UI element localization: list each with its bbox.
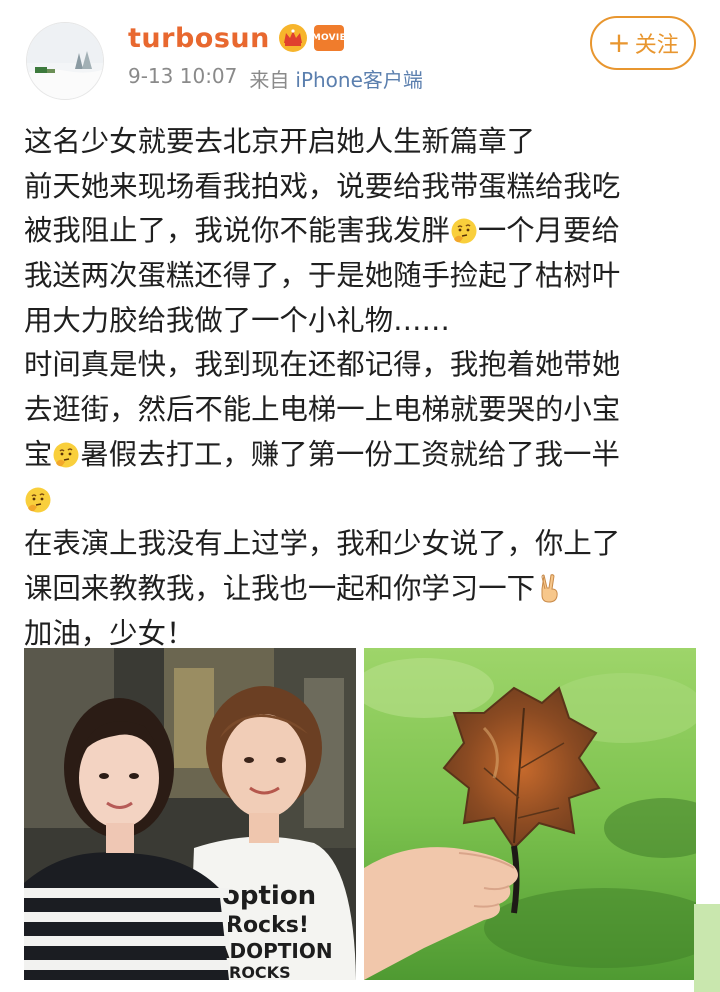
snowy-landscape-avatar-icon: [27, 23, 103, 99]
text-segment: 宝: [24, 437, 53, 471]
post-header: turbosun MOVIE 9-13 10:07 来自 iPhone客户端 +…: [0, 0, 720, 110]
plus-icon: +: [607, 26, 631, 59]
text-line: 我送两次蛋糕还得了，于是她随手捡起了枯树叶: [24, 259, 621, 293]
text-line-with-emoji: 宝暑假去打工，赚了第一份工资就给了我一半: [24, 433, 700, 478]
text-segment: 一个月要给: [477, 214, 620, 248]
username[interactable]: turbosun: [128, 23, 270, 54]
shirt-text: Rocks!: [226, 913, 309, 938]
text-line: 去逛街，然后不能上电梯一上电梯就要哭的小宝: [24, 393, 621, 427]
photo-two-women[interactable]: option Rocks! ADOPTION ROCKS: [24, 648, 356, 980]
crown-badge-icon[interactable]: [278, 23, 308, 53]
source-prefix: 来自: [249, 68, 290, 92]
avatar[interactable]: [26, 22, 104, 100]
text-line-with-emoji: 课回来教教我，让我也一起和你学习一下: [24, 567, 700, 612]
corner-watermark: [694, 904, 720, 992]
text-line: 在表演上我没有上过学，我和少女说了，你上了: [24, 527, 621, 561]
victory-hand-emoji-icon: [541, 574, 558, 603]
emoji-line: [24, 478, 700, 523]
thinking-emoji-icon: [451, 218, 477, 244]
source-client-link[interactable]: iPhone客户端: [295, 64, 423, 93]
text-line: 时间真是快，我到现在还都记得，我抱着她带她: [24, 348, 621, 382]
post-timestamp: 9-13 10:07: [128, 64, 238, 88]
text-segment: 暑假去打工，赚了第一份工资就给了我一半: [80, 437, 620, 471]
shirt-text: ROCKS: [229, 963, 291, 980]
follow-button[interactable]: + 关注: [590, 16, 696, 70]
user-row: turbosun MOVIE: [128, 18, 347, 58]
text-segment: 课回来教教我，让我也一起和你学习一下: [24, 571, 536, 605]
post-meta: 9-13 10:07 来自 iPhone客户端: [128, 64, 423, 93]
movie-badge-icon[interactable]: MOVIE: [311, 25, 347, 51]
text-line: 用大力胶给我做了一个小礼物……: [24, 303, 450, 337]
text-line-with-emoji: 被我阻止了，我说你不能害我发胖 一个月要给: [24, 209, 700, 254]
shirt-text: ADOPTION: [214, 939, 333, 963]
thinking-emoji-icon: [53, 442, 79, 468]
text-line: 这名少女就要去北京开启她人生新篇章了: [24, 125, 536, 158]
text-segment: 被我阻止了，我说你不能害我发胖: [24, 214, 450, 248]
post-body: 这名少女就要去北京开启她人生新篇章了 前天她来现场看我拍戏，说要给我带蛋糕给我吃…: [24, 120, 700, 656]
photo-leaf-gift[interactable]: [364, 648, 696, 980]
photo-leaf-gift-image: [364, 648, 696, 980]
photo-two-women-image: option Rocks! ADOPTION ROCKS: [24, 648, 356, 980]
weibo-post: turbosun MOVIE 9-13 10:07 来自 iPhone客户端 +…: [0, 0, 720, 992]
movie-badge-text: MOVIE: [311, 33, 347, 43]
text-line: 前天她来现场看我拍戏，说要给我带蛋糕给我吃: [24, 169, 621, 203]
follow-label: 关注: [634, 33, 679, 58]
thinking-emoji-icon: [25, 487, 51, 512]
shirt-text: option: [222, 881, 316, 911]
